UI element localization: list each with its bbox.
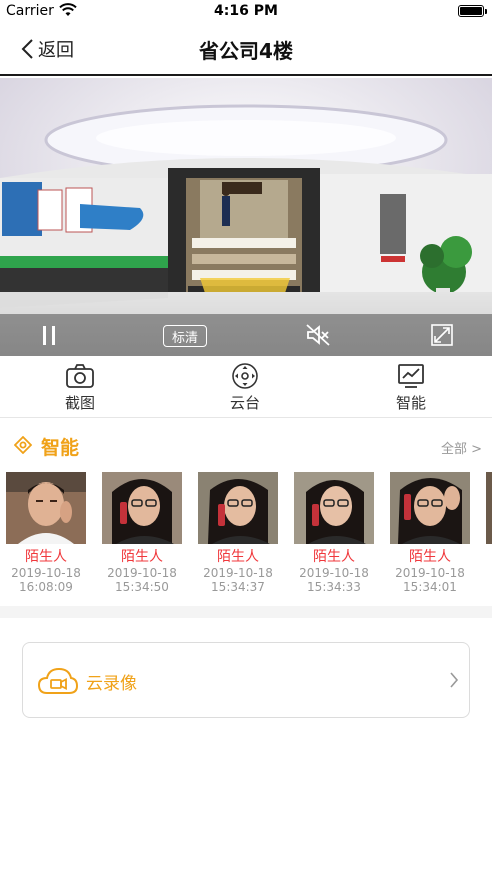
clock: 4:16 PM xyxy=(214,3,278,19)
face-event-date: 2019-10-18 xyxy=(107,566,177,580)
face-event-item[interactable]: 陌生人 2019-10-18 16:08:09 xyxy=(6,472,86,594)
face-thumbnail xyxy=(102,472,182,544)
expand-icon xyxy=(431,324,453,346)
view-all-link[interactable]: 全部 > xyxy=(441,438,482,457)
navigation-bar: 返回 省公司4楼 xyxy=(0,22,492,76)
camera-icon xyxy=(66,364,94,388)
battery-icon xyxy=(458,5,487,17)
snapshot-button[interactable]: 截图 xyxy=(40,362,120,413)
smart-section-title: 智能 xyxy=(41,437,80,459)
face-event-name: 陌生人 xyxy=(409,549,451,565)
face-event-name: 陌生人 xyxy=(217,549,259,565)
face-event-date: 2019-10-18 xyxy=(11,566,81,580)
face-event-time: 15:34:37 xyxy=(211,580,265,594)
cloud-recording-label: 云录像 xyxy=(86,674,137,694)
mute-button[interactable] xyxy=(305,322,331,348)
face-event-date: 2019-10-18 xyxy=(395,566,465,580)
chevron-right-icon xyxy=(450,672,459,688)
smart-chart-icon xyxy=(398,364,424,388)
function-toolbar: 截图 云台 智能 xyxy=(0,358,492,418)
pause-button[interactable] xyxy=(40,322,58,348)
face-event-time: 15:34:33 xyxy=(307,580,361,594)
smart-button[interactable]: 智能 xyxy=(371,362,451,413)
cloud-recording-button[interactable]: 云录像 xyxy=(22,642,470,718)
diamond-target-icon xyxy=(14,436,32,454)
section-divider xyxy=(0,606,492,618)
ptz-button[interactable]: 云台 xyxy=(205,362,285,413)
face-event-date: 2019-10-18 xyxy=(299,566,369,580)
face-event-name: 陌生人 xyxy=(25,549,67,565)
face-thumbnail xyxy=(294,472,374,544)
fullscreen-button[interactable] xyxy=(430,322,454,348)
status-bar: Carrier 4:16 PM xyxy=(0,0,492,22)
face-thumbnail xyxy=(198,472,278,544)
face-thumbnail xyxy=(486,472,492,544)
face-event-name: 陌生人 xyxy=(121,549,163,565)
live-video-player[interactable]: 标清 xyxy=(0,78,492,356)
face-thumbnail xyxy=(6,472,86,544)
face-event-time: 15:34:01 xyxy=(403,580,457,594)
smart-label: 智能 xyxy=(395,394,426,412)
face-event-list[interactable]: 陌生人 2019-10-18 16:08:09 陌生人 2019-10-18 1… xyxy=(0,472,492,598)
speaker-muted-icon xyxy=(306,324,330,346)
face-event-time: 15:34:50 xyxy=(115,580,169,594)
face-event-item[interactable]: 陌生人 2019-10-18 15:34:33 xyxy=(294,472,374,594)
video-control-bar: 标清 xyxy=(0,314,492,356)
quality-toggle-button[interactable]: 标清 xyxy=(163,325,207,347)
face-event-time: 16:08:09 xyxy=(19,580,73,594)
face-event-item[interactable]: 陌生人 2019-10-18 15:34:37 xyxy=(198,472,278,594)
face-event-item[interactable]: 陌生人 2019-10-18 15:34:01 xyxy=(390,472,470,594)
face-thumbnail xyxy=(390,472,470,544)
smart-section-header: 智能 全部 > xyxy=(0,428,492,464)
face-event-item[interactable]: 陌生人 2019-10-18 15:34:50 xyxy=(102,472,182,594)
cloud-video-icon xyxy=(37,667,79,694)
ptz-label: 云台 xyxy=(229,394,260,412)
page-title: 省公司4楼 xyxy=(199,39,293,63)
face-event-name: 陌生人 xyxy=(313,549,355,565)
ptz-icon xyxy=(232,363,258,389)
face-event-item-partial[interactable] xyxy=(486,472,492,544)
snapshot-label: 截图 xyxy=(64,394,95,412)
face-event-date: 2019-10-18 xyxy=(203,566,273,580)
